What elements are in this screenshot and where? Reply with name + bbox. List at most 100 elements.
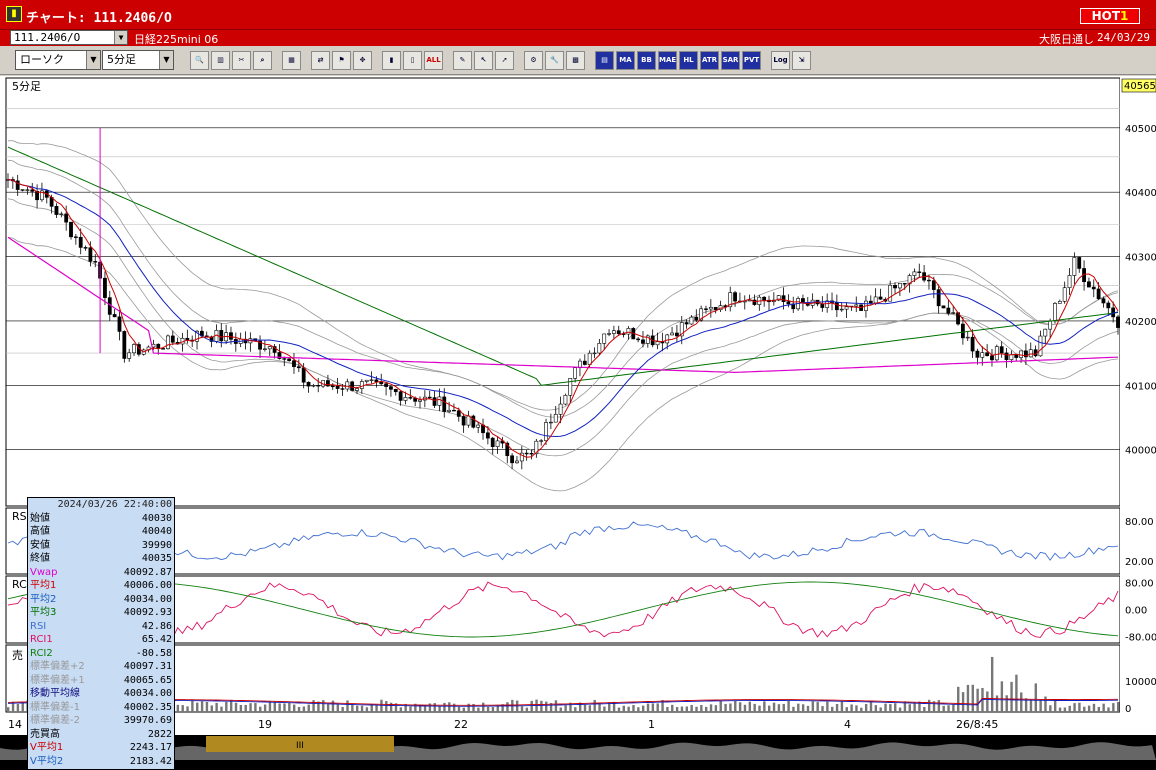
volume-bar [768, 705, 771, 712]
toolbar-candle2-button[interactable]: ▯ [403, 51, 422, 70]
candle-down [229, 332, 233, 340]
volume-bar [545, 701, 548, 712]
candle-up [1072, 257, 1077, 276]
toolbar-candle1-button[interactable]: ▮ [382, 51, 401, 70]
chevron-down-icon[interactable]: ▼ [114, 31, 127, 44]
interval-label: 5分足 [12, 80, 41, 93]
info-row: 高値 40040 [28, 525, 174, 539]
info-row: V平均2 2183.42 [28, 755, 174, 769]
toolbar-arrow-button[interactable]: ➚ [495, 51, 514, 70]
info-row: RCI1 65.42 [28, 633, 174, 647]
volume-bar [215, 702, 218, 712]
candle-up [980, 352, 985, 358]
candle-down [1096, 288, 1101, 300]
toolbar-compare-button[interactable]: ⇄ [311, 51, 330, 70]
volume-bar [1000, 681, 1004, 712]
info-row: 標準偏差-1 40002.35 [28, 701, 174, 715]
toolbar-atr-button[interactable]: ATR [700, 51, 719, 70]
toolbar-table-button[interactable]: ▤ [595, 51, 614, 70]
toolbar-export-button[interactable]: ⇲ [792, 51, 811, 70]
hot-button[interactable]: HOT1 [1080, 8, 1140, 24]
volume-bar [651, 703, 655, 712]
volume-bar [927, 699, 931, 712]
toolbar-hl-button[interactable]: HL [679, 51, 698, 70]
volume-bar [1044, 696, 1047, 712]
volume-bar [1068, 705, 1071, 712]
candle-up [466, 415, 471, 426]
volume-tick-label: 0 [1125, 704, 1131, 715]
chart-area[interactable]: 40500 40400 40300 40200 40100 40000 40565 5分足 RS… [0, 76, 1156, 770]
info-key: 平均1 [30, 580, 57, 591]
volume-bar [860, 707, 863, 712]
candle-down [641, 339, 645, 344]
volume-bar [326, 704, 330, 712]
volume-bar [1039, 699, 1042, 712]
toolbar-all-button[interactable]: ALL [424, 51, 443, 70]
candle-up [369, 379, 374, 381]
candle-down [990, 355, 994, 361]
candle-down [88, 247, 93, 262]
volume-bar [782, 703, 785, 712]
volume-bar [7, 707, 10, 712]
volume-bar [540, 700, 543, 712]
candle-up [495, 440, 500, 447]
toolbar-log-button[interactable]: Log [771, 51, 790, 70]
toolbar-sar-button[interactable]: SAR [721, 51, 740, 70]
toolbar-flag-button[interactable]: ⚑ [332, 51, 351, 70]
toolbar-zoom-button[interactable]: ⌕ [253, 51, 272, 70]
volume-bar [879, 707, 882, 712]
volume-bar [738, 702, 742, 712]
toolbar-pvt-button[interactable]: PVT [742, 51, 761, 70]
toolbar-palette-button[interactable]: ▩ [566, 51, 585, 70]
symbol-input[interactable]: 111.2406/O ▼ [10, 30, 128, 45]
candle-down [340, 388, 345, 390]
volume-bar [438, 705, 441, 712]
toolbar-ma-button[interactable]: MA [616, 51, 635, 70]
volume-bar [229, 699, 233, 712]
volume-bar [1087, 705, 1091, 712]
volume-bar [855, 705, 858, 712]
toolbar-cursor-button[interactable]: ↖ [474, 51, 493, 70]
candle-up [626, 328, 631, 335]
volume-bar [341, 706, 344, 712]
candle-down [927, 279, 931, 282]
volume-bar [380, 699, 383, 712]
candle-up [689, 316, 694, 325]
candle-down [335, 385, 340, 389]
chevron-down-icon[interactable]: ▼ [159, 51, 173, 69]
candle-up [592, 352, 597, 355]
volume-bar [346, 700, 349, 712]
interval-select[interactable]: 5分足 ▼ [102, 50, 174, 70]
volume-bar [1020, 692, 1023, 712]
volume-bar [1107, 707, 1110, 712]
volume-bar [564, 705, 567, 712]
volume-bar [777, 704, 781, 712]
toolbar-wrench-button[interactable]: 🔧 [545, 51, 564, 70]
volume-bar [385, 701, 388, 712]
info-value: 40006.00 [123, 580, 172, 591]
volume-bar [191, 700, 194, 712]
candle-up [665, 334, 670, 344]
toolbar-pan-button[interactable]: ✥ [353, 51, 372, 70]
volume-bar [646, 703, 650, 712]
toolbar-bar-button[interactable]: ▥ [211, 51, 230, 70]
price-tick-label: 40300 [1125, 253, 1156, 264]
rci-tick-label: 80.00 [1125, 579, 1154, 590]
candle-down [917, 271, 922, 273]
toolbar-gear-button[interactable]: ⚙ [524, 51, 543, 70]
toolbar-scissors-button[interactable]: ✂ [232, 51, 251, 70]
chevron-down-icon[interactable]: ▼ [86, 51, 100, 69]
toolbar-pen-button[interactable]: ✎ [453, 51, 472, 70]
rci-tick-label: 0.00 [1125, 606, 1147, 617]
volume-bar [574, 707, 577, 712]
volume-bar [1097, 706, 1101, 712]
toolbar-grid-button[interactable]: ▦ [282, 51, 301, 70]
toolbar-bb-button[interactable]: BB [637, 51, 656, 70]
volume-bar [641, 705, 645, 712]
chart-window: ▮ チャート: 111.2406/O HOT1 111.2406/O ▼ 日経2… [0, 0, 1156, 770]
toolbar-mae-button[interactable]: MAE [658, 51, 677, 70]
price-tick-label: 40400 [1125, 188, 1156, 199]
toolbar-search-button[interactable]: 🔍 [190, 51, 209, 70]
candle-down [350, 381, 355, 391]
chart-type-select[interactable]: ローソク ▼ [15, 50, 101, 70]
